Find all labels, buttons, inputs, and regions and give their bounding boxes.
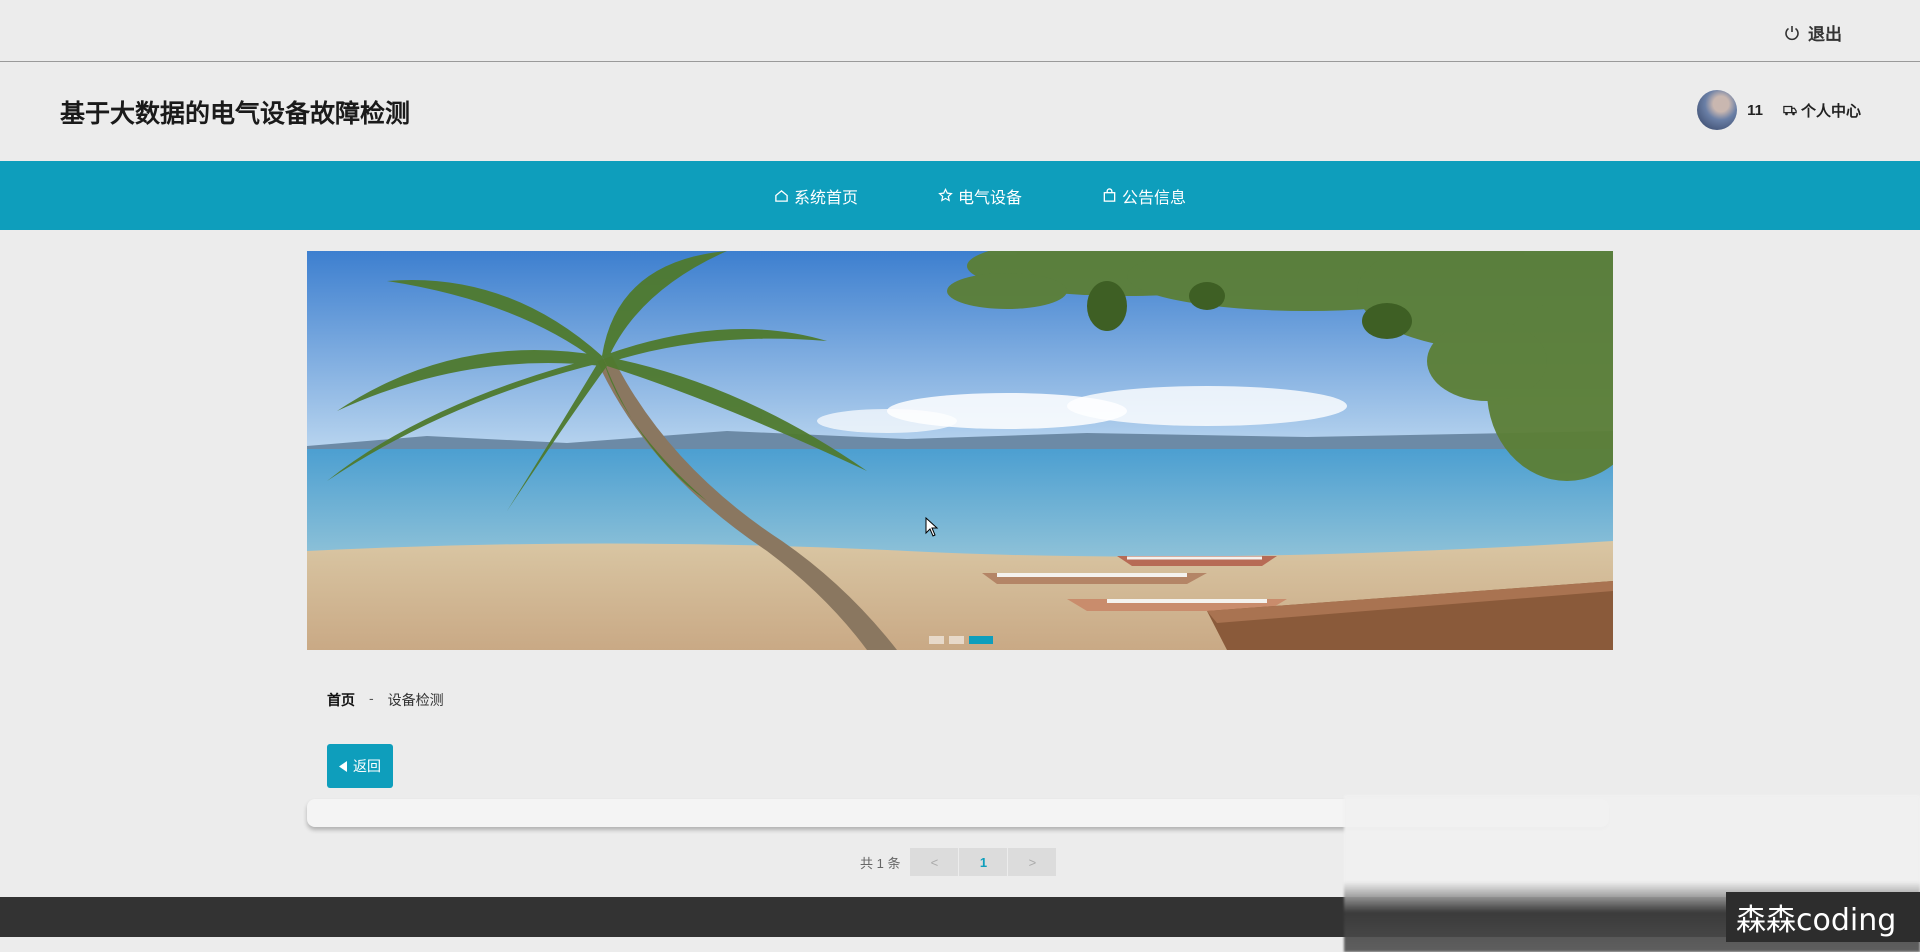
pagination: 共 1 条 < 1 > bbox=[860, 848, 1058, 876]
nav-item-label: 电气设备 bbox=[957, 189, 1022, 207]
star-icon bbox=[938, 188, 953, 202]
carousel-indicators bbox=[929, 636, 993, 644]
pagination-total: 共 1 条 bbox=[860, 855, 901, 871]
nav-item-devices[interactable]: 电气设备 bbox=[938, 184, 1022, 208]
carousel-dot[interactable] bbox=[929, 636, 944, 644]
page-button-1[interactable]: 1 bbox=[959, 848, 1009, 876]
nav-item-label: 系统首页 bbox=[793, 189, 858, 207]
beach-banner-image bbox=[307, 251, 1613, 650]
next-page-button[interactable]: > bbox=[1008, 848, 1058, 876]
nav-item-notices[interactable]: 公告信息 bbox=[1102, 184, 1186, 208]
logout-button[interactable]: 退出 bbox=[1784, 20, 1842, 45]
carousel-dot[interactable] bbox=[949, 636, 964, 644]
logout-label: 退出 bbox=[1808, 25, 1842, 44]
breadcrumb-current: 设备检测 bbox=[387, 692, 444, 708]
breadcrumb-separator: - bbox=[369, 690, 374, 706]
watermark: 森森coding bbox=[1726, 892, 1920, 942]
user-center-link[interactable]: 个人中心 bbox=[1783, 100, 1861, 121]
header: 基于大数据的电气设备故障检测 11 个人中心 bbox=[0, 62, 1920, 160]
home-icon bbox=[775, 189, 788, 202]
avatar[interactable] bbox=[1697, 90, 1738, 130]
user-center-label: 个人中心 bbox=[1800, 102, 1861, 120]
main-nav: 系统首页 电气设备 公告信息 bbox=[0, 161, 1920, 230]
banner-carousel[interactable] bbox=[307, 251, 1613, 650]
prev-page-button[interactable]: < bbox=[910, 848, 960, 876]
nav-item-home[interactable]: 系统首页 bbox=[774, 184, 858, 208]
bag-icon bbox=[1103, 188, 1116, 202]
carousel-dot-active[interactable] bbox=[969, 636, 993, 644]
truck-icon bbox=[1783, 105, 1797, 116]
mouse-cursor-icon bbox=[925, 517, 939, 537]
back-button[interactable]: 返回 bbox=[327, 744, 393, 788]
username: 11 bbox=[1747, 101, 1763, 119]
back-button-label: 返回 bbox=[353, 758, 381, 774]
breadcrumb: 首页 - 设备检测 bbox=[327, 690, 444, 710]
nav-item-label: 公告信息 bbox=[1122, 189, 1187, 207]
breadcrumb-home[interactable]: 首页 bbox=[327, 690, 355, 710]
site-title: 基于大数据的电气设备故障检测 bbox=[60, 100, 411, 128]
caret-left-icon bbox=[339, 760, 347, 772]
user-area: 11 个人中心 bbox=[1697, 90, 1861, 130]
power-icon bbox=[1785, 25, 1799, 40]
top-bar: 退出 bbox=[0, 0, 1920, 62]
